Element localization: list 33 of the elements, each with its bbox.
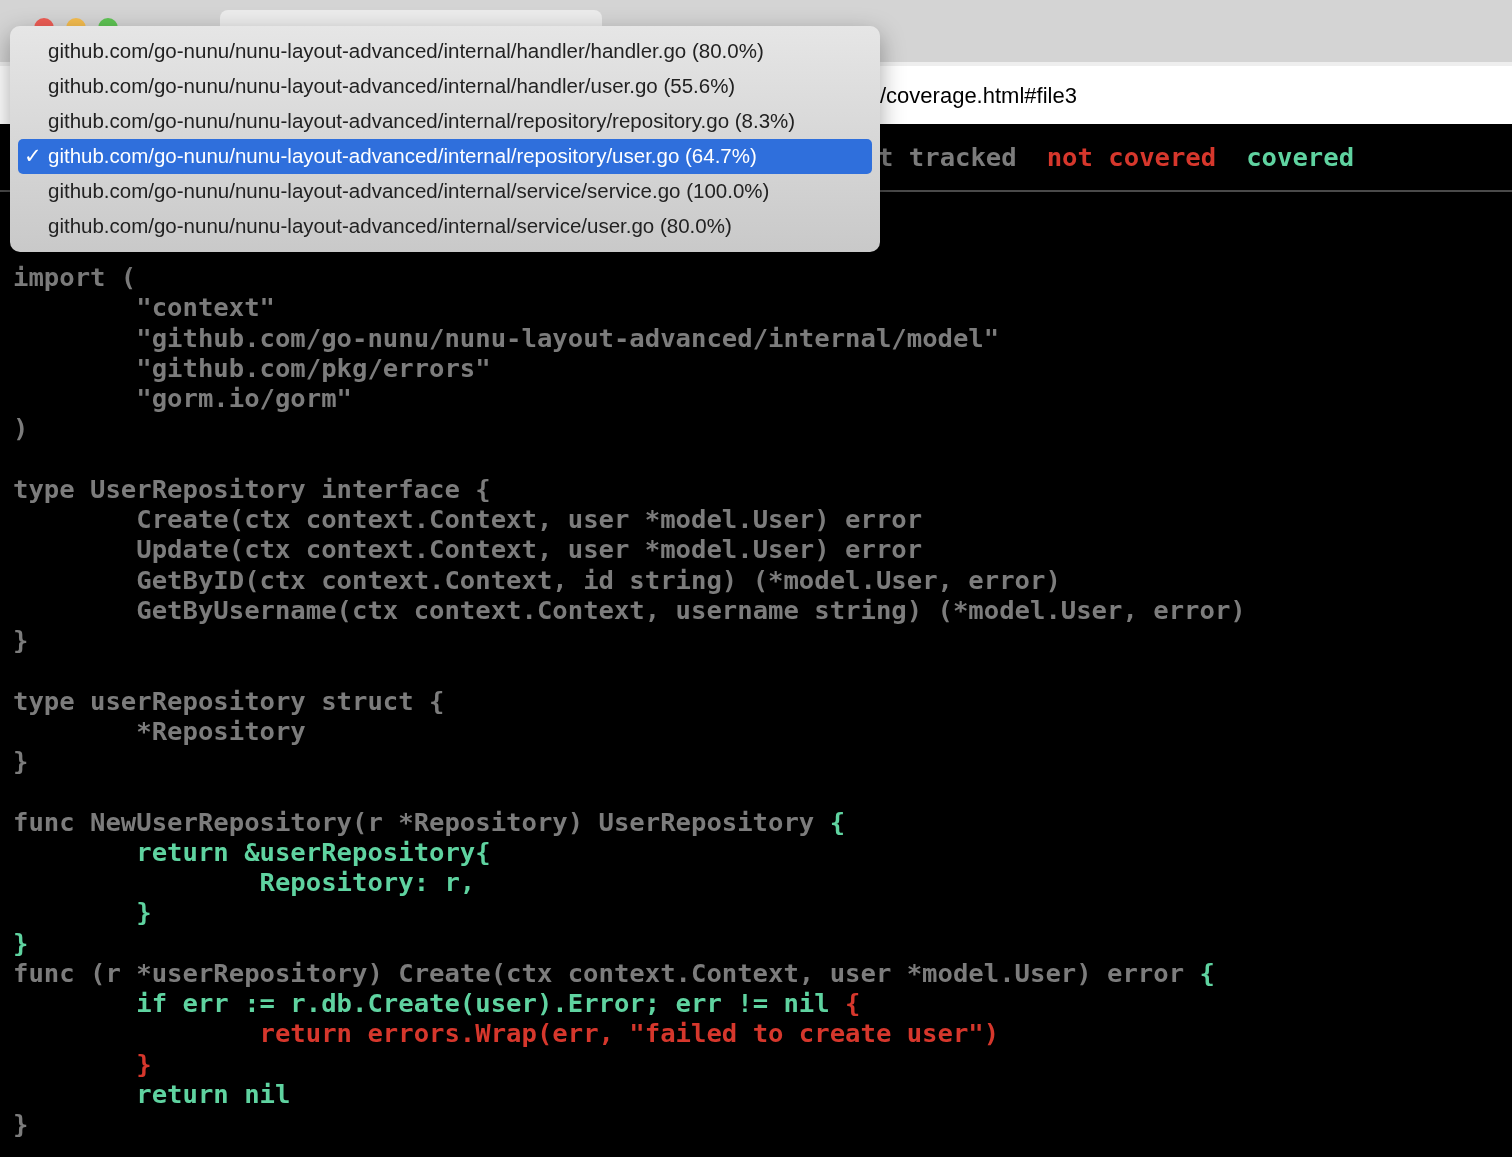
code-text: return &userRepository{ <box>135 836 491 867</box>
legend-label: covered <box>1246 140 1355 174</box>
legend-label: t tracked <box>878 140 1017 174</box>
code-text: } <box>135 1048 152 1079</box>
code-text: "github.com/go-nunu/nunu-layout-advanced/internal/model" <box>135 322 1000 353</box>
code-text: GetByID(ctx context.Context, id string) (*model.User, error) <box>135 564 1061 595</box>
code-text: { <box>1199 957 1215 988</box>
code-text: ) <box>13 413 29 444</box>
code-text: func NewUserRepository(r *Repository) UserRepository <box>13 806 816 837</box>
code-text: } <box>13 927 29 958</box>
code-text: { <box>829 806 846 837</box>
code-text: return errors.Wrap(err, "failed to create user") <box>258 1018 1000 1049</box>
code-text: } <box>13 1109 29 1139</box>
code-text: "context" <box>135 292 275 323</box>
code-text: return nil <box>135 1078 291 1109</box>
code-text: Update(ctx context.Context, user *model.User) error <box>135 534 923 565</box>
legend-label: not covered <box>1046 140 1217 174</box>
checkmark-icon: ✓ <box>24 144 42 168</box>
code-text: func (r *userRepository) Create(ctx context.Context, user *model.User) error <box>13 957 1186 988</box>
code-text: } <box>13 625 29 655</box>
code-text: if err := r.db.Create(user).Error; err != nil <box>135 988 831 1018</box>
code-text: GetByUsername(ctx context.Context, username string) (*model.User, error) <box>135 594 1246 625</box>
code-text: type UserRepository interface { <box>13 473 491 504</box>
code-text: Repository: r, <box>258 867 476 897</box>
code-text: type userRepository struct { <box>13 685 445 716</box>
code-text: } <box>135 897 152 928</box>
code-text: Create(ctx context.Context, user *model.User) error <box>135 504 923 534</box>
code-text: import ( <box>13 262 137 292</box>
code-text: *Repository <box>135 715 306 746</box>
code-text: } <box>13 746 29 776</box>
code-text: { <box>845 988 861 1018</box>
code-text: "gorm.io/gorm" <box>135 383 352 413</box>
code-text: "github.com/pkg/errors" <box>135 352 491 383</box>
